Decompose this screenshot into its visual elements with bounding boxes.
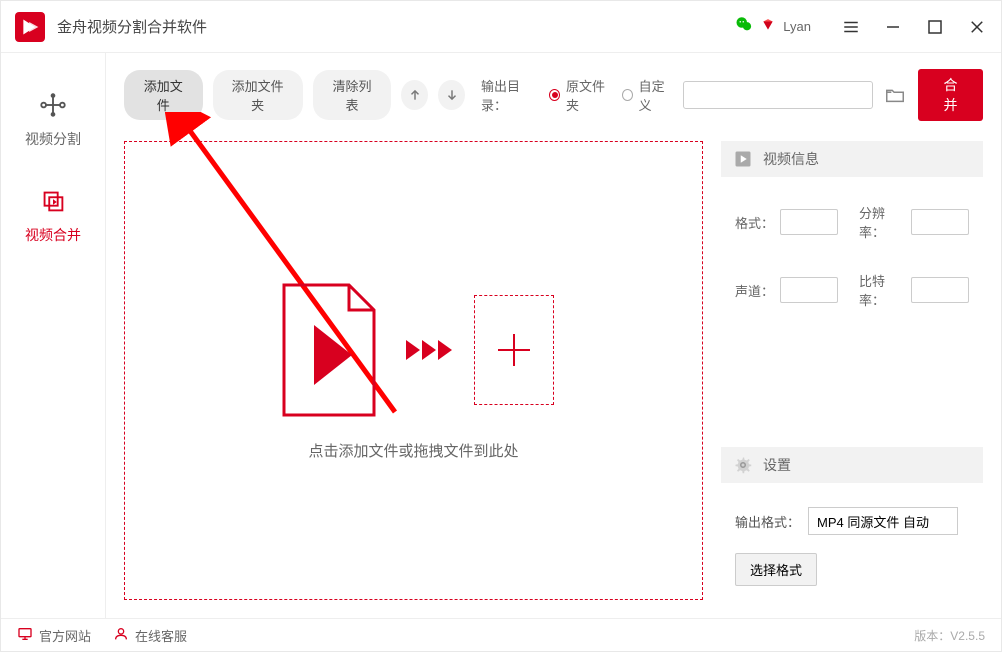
app-title: 金舟视频分割合并软件 [57,16,207,37]
settings-title: 设置 [763,455,791,475]
merge-icon [37,185,69,217]
output-dir-label: 输出目录： [481,76,539,114]
video-info-title: 视频信息 [763,149,819,169]
sidebar-label-split: 视频分割 [25,129,81,149]
close-icon[interactable] [967,17,987,37]
menu-icon[interactable] [841,17,861,37]
headset-icon [113,626,129,645]
dropzone-text: 点击添加文件或拖拽文件到此处 [308,440,518,461]
move-down-icon[interactable] [438,80,465,110]
gear-icon [733,455,753,475]
output-path-input[interactable] [683,81,873,109]
split-icon [37,89,69,121]
sidebar-item-merge[interactable]: 视频合并 [1,167,105,263]
settings-header: 设置 [721,447,983,483]
video-info-panel: 视频信息 格式： 分辨率： 声道： 比特率： [721,141,983,323]
sidebar-label-merge: 视频合并 [25,225,81,245]
add-placeholder[interactable] [474,295,554,405]
bitrate-value [911,277,969,303]
app-logo-icon [15,12,45,42]
diamond-icon [761,18,775,35]
browse-folder-icon[interactable] [883,81,908,109]
titlebar: 金舟视频分割合并软件 Lyan [1,1,1001,53]
radio-dot-custom[interactable] [622,89,633,101]
online-service-text: 在线客服 [135,626,187,645]
dropzone[interactable]: 点击添加文件或拖拽文件到此处 [124,141,703,600]
format-value [780,209,838,235]
add-file-button[interactable]: 添加文件 [124,70,203,120]
output-format-label: 输出格式： [735,512,800,531]
footer: 官方网站 在线客服 版本：V2.5.5 [1,618,1001,652]
wechat-icon [735,15,753,38]
official-site-link[interactable]: 官方网站 [17,626,91,645]
move-up-icon[interactable] [401,80,428,110]
official-site-text: 官方网站 [39,626,91,645]
choose-format-button[interactable]: 选择格式 [735,553,817,586]
sidebar: 视频分割 视频合并 [1,53,106,618]
radio-dot-source[interactable] [549,89,560,101]
channels-label: 声道： [735,281,774,300]
arrows-icon [406,340,452,360]
sidebar-item-split[interactable]: 视频分割 [1,71,105,167]
play-box-icon [733,149,753,169]
resolution-label: 分辨率： [859,203,905,241]
merge-button[interactable]: 合并 [918,69,983,121]
version-text: 版本：V2.5.5 [914,627,985,644]
minimize-icon[interactable] [883,17,903,37]
output-format-value [808,507,958,535]
radio-label-custom: 自定义 [639,76,673,114]
monitor-icon [17,626,33,645]
toolbar: 添加文件 添加文件夹 清除列表 输出目录： 原文件夹 自定义 合并 [106,53,1001,129]
bitrate-label: 比特率： [859,271,905,309]
clear-list-button[interactable]: 清除列表 [313,70,392,120]
user-name: Lyan [783,19,811,34]
radio-source-folder[interactable]: 原文件夹 [549,76,612,114]
file-icon [274,280,384,420]
format-label: 格式： [735,213,774,232]
video-info-header: 视频信息 [721,141,983,177]
radio-custom-folder[interactable]: 自定义 [622,76,673,114]
online-service-link[interactable]: 在线客服 [113,626,187,645]
maximize-icon[interactable] [925,17,945,37]
user-area[interactable]: Lyan [735,15,811,38]
radio-label-source: 原文件夹 [566,76,612,114]
add-folder-button[interactable]: 添加文件夹 [213,70,303,120]
settings-panel: 设置 输出格式： 选择格式 [721,447,983,600]
channels-value [780,277,838,303]
resolution-value [911,209,969,235]
